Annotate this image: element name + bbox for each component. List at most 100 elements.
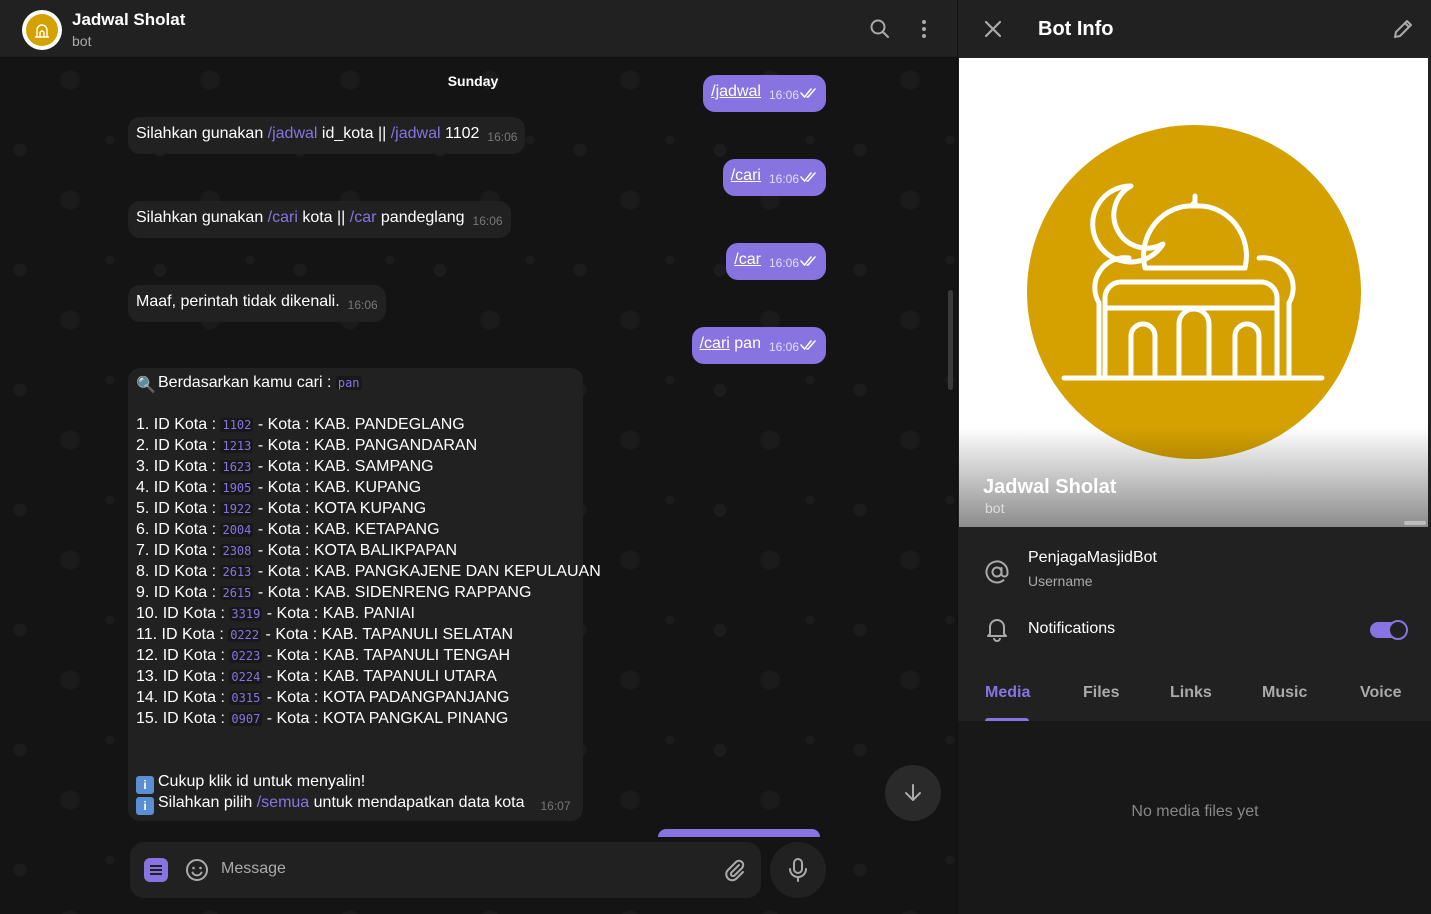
outgoing-message[interactable]: /cari 16:06 xyxy=(722,159,826,196)
city-id-code[interactable]: 1623 xyxy=(220,460,254,474)
result-row: 1. ID Kota : 1102 - Kota : KAB. PANDEGLA… xyxy=(136,414,575,435)
message-text: Silahkan gunakan xyxy=(136,209,268,226)
id-label: ID Kota : xyxy=(149,542,221,559)
result-row: 4. ID Kota : 1905 - Kota : KAB. KUPANG xyxy=(136,477,575,498)
incoming-message[interactable]: Silahkan gunakan /cari kota || /car pand… xyxy=(128,201,511,238)
command-link[interactable]: /car xyxy=(734,251,761,268)
city-id-code[interactable]: 1922 xyxy=(220,502,254,516)
row-number: 15. xyxy=(136,710,159,727)
city-name: KAB. PANDEGLANG xyxy=(313,416,465,433)
kota-label: - Kota : xyxy=(261,626,322,643)
city-id-code[interactable]: 1102 xyxy=(220,418,254,432)
message-time: 16:07 xyxy=(540,799,571,813)
city-name: KAB. KETAPANG xyxy=(313,521,440,538)
chat-title[interactable]: Jadwal Sholat xyxy=(72,10,185,30)
record-voice-button[interactable] xyxy=(770,842,826,898)
profile-photo[interactable]: Jadwal Sholat bot xyxy=(959,58,1428,527)
city-id-code[interactable]: 0315 xyxy=(229,691,263,705)
city-id-code[interactable]: 0222 xyxy=(228,628,262,642)
message-list[interactable]: Sunday /jadwal 16:06 Silahkan gunakan /jad… xyxy=(0,58,957,833)
outgoing-message[interactable]: /car 16:06 xyxy=(726,243,826,280)
note-choose-pre: Silahkan pilih xyxy=(158,794,257,811)
tab-voice[interactable]: Voice xyxy=(1360,684,1402,702)
message-text: 1102 xyxy=(440,125,480,142)
close-icon[interactable] xyxy=(980,16,1006,42)
command-link[interactable]: /cari xyxy=(268,209,298,226)
empty-media-text: No media files yet xyxy=(1131,803,1259,820)
id-label: ID Kota : xyxy=(158,689,230,706)
query-code[interactable]: pan xyxy=(335,376,362,390)
incoming-message[interactable]: Maaf, perintah tidak dikenali. 16:06 xyxy=(128,285,386,322)
city-id-code[interactable]: 1213 xyxy=(220,439,254,453)
message-input[interactable]: Message xyxy=(221,860,286,878)
notifications-toggle[interactable] xyxy=(1370,620,1408,640)
search-icon[interactable] xyxy=(865,14,895,44)
city-id-code[interactable]: 3319 xyxy=(229,607,263,621)
active-tab-indicator xyxy=(985,718,1029,721)
chat-header[interactable]: Jadwal Sholat bot xyxy=(0,0,957,58)
city-name: KAB. SAMPANG xyxy=(313,458,434,475)
kota-label: - Kota : xyxy=(253,416,314,433)
city-id-code[interactable]: 2615 xyxy=(220,586,254,600)
kota-label: - Kota : xyxy=(253,563,314,580)
command-link[interactable]: /jadwal xyxy=(268,125,318,142)
id-label: ID Kota : xyxy=(149,458,221,475)
incoming-message[interactable]: Silahkan gunakan /jadwal id_kota || /jad… xyxy=(128,117,526,154)
message-composer[interactable]: Message xyxy=(130,842,761,898)
city-id-code[interactable]: 2613 xyxy=(220,565,254,579)
command-link[interactable]: /jadwal xyxy=(391,125,441,142)
kota-label: - Kota : xyxy=(253,437,314,454)
emoji-icon[interactable] xyxy=(185,858,209,887)
avatar[interactable] xyxy=(22,10,62,50)
id-label: ID Kota : xyxy=(149,584,221,601)
id-label: ID Kota : xyxy=(158,647,230,664)
outgoing-message-peek xyxy=(658,829,820,837)
kota-label: - Kota : xyxy=(253,521,314,538)
outgoing-message[interactable]: /jadwal 16:06 xyxy=(703,75,826,112)
command-link[interactable]: /cari xyxy=(700,335,730,352)
search-result-message[interactable]: 🔍 Berdasarkan kamu cari : pan 1. ID Kota … xyxy=(128,368,601,821)
city-name: KAB. TAPANULI TENGAH xyxy=(322,647,511,664)
city-id-code[interactable]: 2308 xyxy=(220,544,254,558)
city-id-code[interactable]: 0907 xyxy=(229,712,263,726)
chat-column: Jadwal Sholat bot Sunday /jadwal 16:06 Sil… xyxy=(0,0,957,914)
tab-media[interactable]: Media xyxy=(985,684,1030,702)
kota-label: - Kota : xyxy=(253,458,314,475)
message-text: pandeglang xyxy=(376,209,465,226)
command-link[interactable]: /cari xyxy=(731,167,761,184)
tab-music[interactable]: Music xyxy=(1262,684,1307,702)
chat-scrollbar[interactable] xyxy=(948,290,953,390)
message-text: id_kota || xyxy=(317,125,391,142)
result-row: 6. ID Kota : 2004 - Kota : KAB. KETAPANG xyxy=(136,519,575,540)
city-id-code[interactable]: 1905 xyxy=(220,481,254,495)
outgoing-message[interactable]: /cari pan 16:06 xyxy=(691,327,826,364)
city-name: KAB. TAPANULI UTARA xyxy=(322,668,497,685)
attach-icon[interactable] xyxy=(723,858,747,887)
bot-menu-icon[interactable] xyxy=(144,858,168,882)
city-id-code[interactable]: 0223 xyxy=(229,649,263,663)
result-row: 8. ID Kota : 2613 - Kota : KAB. PANGKAJE… xyxy=(136,561,601,582)
tab-files[interactable]: Files xyxy=(1083,684,1119,702)
city-id-code[interactable]: 0224 xyxy=(229,670,263,684)
notifications-row[interactable]: Notifications xyxy=(958,608,1431,652)
row-number: 1. xyxy=(136,416,150,433)
result-row: 10. ID Kota : 3319 - Kota : KAB. PANIAI xyxy=(136,603,575,624)
notifications-label: Notifications xyxy=(1028,620,1116,637)
row-number: 7. xyxy=(136,542,150,559)
kota-label: - Kota : xyxy=(262,647,323,664)
city-id-code[interactable]: 2004 xyxy=(220,523,254,537)
row-number: 2. xyxy=(136,437,150,454)
username-value: PenjagaMasjidBot xyxy=(1028,549,1157,566)
edit-pencil-icon[interactable] xyxy=(1390,16,1416,42)
command-link[interactable]: /car xyxy=(350,209,377,226)
scroll-down-button[interactable] xyxy=(885,765,941,821)
tab-links[interactable]: Links xyxy=(1170,684,1212,702)
id-label: ID Kota : xyxy=(149,416,221,433)
more-vertical-icon[interactable] xyxy=(909,14,939,44)
result-row: 11. ID Kota : 0222 - Kota : KAB. TAPANUL… xyxy=(136,624,575,645)
command-link[interactable]: /jadwal xyxy=(711,83,761,100)
username-row[interactable]: PenjagaMasjidBot Username xyxy=(958,540,1431,600)
city-name: KAB. SIDENRENG RAPPANG xyxy=(313,584,532,601)
result-row: 5. ID Kota : 1922 - Kota : KOTA KUPANG xyxy=(136,498,575,519)
command-link[interactable]: /semua xyxy=(257,794,309,811)
